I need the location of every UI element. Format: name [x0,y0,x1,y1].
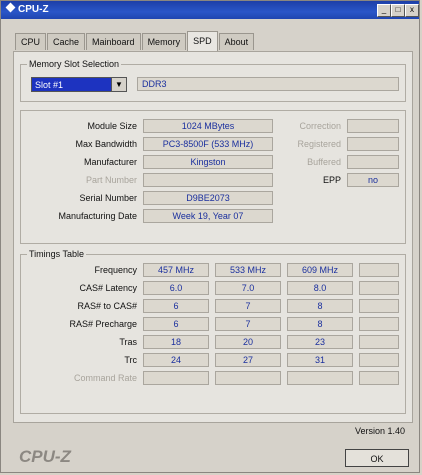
timing-cell: 23 [287,335,353,349]
minimize-button[interactable]: _ [377,4,391,17]
tab-cpu[interactable]: CPU [15,33,47,50]
manufacturer-label: Manufacturer [83,157,137,167]
chevron-down-icon[interactable]: ▼ [111,78,126,91]
manufacturing-date-label: Manufacturing Date [58,211,137,221]
max-bandwidth-label: Max Bandwidth [75,139,137,149]
timing-cell: 6 [143,299,209,313]
window-title-text: CPU-Z [18,4,49,15]
timing-cell [359,263,399,277]
buffered-label: Buffered [307,157,341,167]
timing-row-label: Tras [119,337,137,347]
tab-cache[interactable]: Cache [47,33,86,50]
timing-cell: 18 [143,335,209,349]
timing-cell [359,317,399,331]
ok-button[interactable]: OK [345,449,409,467]
timing-row-label: RAS# to CAS# [77,301,137,311]
timing-cell: 6 [143,317,209,331]
timing-cell [359,371,399,385]
epp-label: EPP [322,175,341,185]
timing-cell: 8 [287,317,353,331]
memory-type-field: DDR3 [137,77,399,91]
serial-number-field: D9BE2073 [143,191,273,205]
timing-cell [359,281,399,295]
timing-cell: 457 MHz [143,263,209,277]
version-label: Version 1.40 [354,426,405,436]
slot-select[interactable]: Slot #1 ▼ [31,77,127,92]
spd-panel: Memory Slot Selection Slot #1 ▼ DDR3 Mod… [13,51,413,423]
timing-row-label: CAS# Latency [79,283,137,293]
serial-number-label: Serial Number [79,193,137,203]
timing-cell: 7.0 [215,281,281,295]
timing-cell [215,371,281,385]
epp-field: no [347,173,399,187]
timing-cell: 27 [215,353,281,367]
window-title: CPU-Z [5,2,49,15]
timing-cell [359,353,399,367]
tab-about[interactable]: About [218,33,255,50]
timing-cell: 7 [215,299,281,313]
timing-row-label: Trc [124,355,137,365]
timing-cell: 24 [143,353,209,367]
timing-row-label: Frequency [94,265,137,275]
tab-mainboard[interactable]: Mainboard [86,33,141,50]
timing-row-label: RAS# Precharge [69,319,137,329]
timing-cell [143,371,209,385]
part-number-label: Part Number [85,175,137,185]
buffered-field [347,155,399,169]
tab-spd[interactable]: SPD [187,31,218,51]
maximize-button[interactable]: □ [391,4,405,17]
timing-row-label: Command Rate [73,373,137,383]
slot-selection-group: Memory Slot Selection Slot #1 ▼ DDR3 [20,59,406,102]
timing-cell: 8 [287,299,353,313]
title-bar[interactable]: CPU-Z _ □ x [1,1,419,19]
module-size-label: Module Size [87,121,137,131]
cpuz-window: CPU-Z _ □ x CPU Cache Mainboard Memory S… [0,0,420,473]
tab-memory[interactable]: Memory [141,33,187,50]
correction-field [347,119,399,133]
close-button[interactable]: x [405,4,419,17]
timing-cell [359,299,399,313]
timing-cell: 20 [215,335,281,349]
timing-cell: 7 [215,317,281,331]
module-size-field: 1024 MBytes [143,119,273,133]
correction-label: Correction [299,121,341,131]
app-icon [5,2,16,13]
timings-group: Timings Table Frequency 457 MHz 533 MHz 609… [20,249,406,414]
manufacturer-field: Kingston [143,155,273,169]
brand-logo: CPU-Z [19,447,71,466]
slot-selection-title: Memory Slot Selection [27,59,122,69]
timing-cell: 533 MHz [215,263,281,277]
slot-select-value: Slot #1 [35,80,64,90]
tab-bar: CPU Cache Mainboard Memory SPD About [15,31,255,51]
manufacturing-date-field: Week 19, Year 07 [143,209,273,223]
registered-field [347,137,399,151]
registered-label: Registered [297,139,341,149]
timing-cell: 31 [287,353,353,367]
timings-title: Timings Table [27,249,87,259]
max-bandwidth-field: PC3-8500F (533 MHz) [143,137,273,151]
timing-cell: 6.0 [143,281,209,295]
part-number-field [143,173,273,187]
timing-cell [287,371,353,385]
timing-cell [359,335,399,349]
timing-cell: 8.0 [287,281,353,295]
timing-cell: 609 MHz [287,263,353,277]
module-info-group: Module Size 1024 MBytes Max Bandwidth PC… [20,110,406,244]
